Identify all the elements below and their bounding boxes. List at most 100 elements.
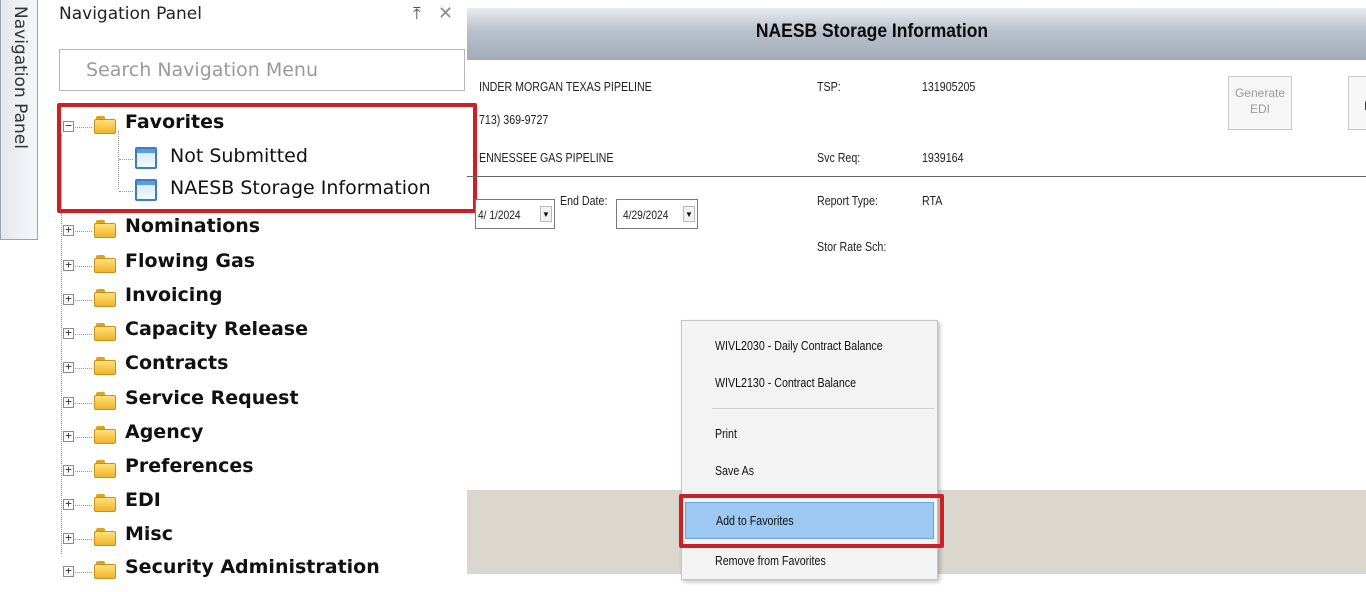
expand-icon[interactable]: + — [63, 224, 74, 236]
tree-node-contracts[interactable]: + Contracts — [63, 352, 443, 388]
tree-connector — [75, 572, 92, 573]
tree-connector — [75, 539, 92, 540]
tree-connector — [75, 266, 92, 267]
tree-node-label: Invoicing — [125, 284, 223, 306]
tree-node-preferences[interactable]: + Preferences — [63, 455, 443, 491]
menu-item-label: WIVL2130 - Contract Balance — [715, 375, 857, 390]
favorite-item-label: NAESB Storage Information — [170, 177, 431, 199]
side-tab-label: Navigation Panel — [10, 6, 30, 149]
tree-node-capacity-release[interactable]: + Capacity Release — [63, 318, 443, 354]
folder-icon — [94, 220, 116, 238]
tsp-value: 131905205 — [922, 79, 976, 94]
tree-node-flowing-gas[interactable]: + Flowing Gas — [63, 250, 443, 286]
tree-connector — [75, 127, 92, 128]
menu-item-print[interactable]: Print — [685, 416, 934, 453]
tree-connector — [119, 191, 133, 192]
document-icon — [135, 147, 157, 169]
tree-connector — [75, 471, 92, 472]
expand-icon[interactable]: + — [63, 327, 74, 339]
dropdown-arrow-icon[interactable]: ▼ — [540, 206, 552, 222]
tree-node-label: Contracts — [125, 352, 229, 374]
navigation-panel-header: Navigation Panel ⤒ ✕ — [47, 0, 465, 38]
tree-node-label: Capacity Release — [125, 318, 308, 340]
pin-icon[interactable]: ⤒ — [413, 4, 421, 24]
favorite-item-not-submitted[interactable]: Not Submitted — [119, 145, 419, 177]
tree-connector — [75, 231, 92, 232]
expand-icon[interactable]: + — [63, 430, 74, 442]
tree-node-misc[interactable]: + Misc — [63, 523, 443, 559]
folder-icon — [94, 392, 116, 410]
search-navigation-input[interactable] — [59, 49, 465, 91]
header-separator — [467, 176, 1366, 177]
expand-icon[interactable]: + — [63, 532, 74, 544]
folder-icon — [94, 289, 116, 307]
end-date-value: 4/29/2024 — [623, 208, 669, 222]
generate-edi-label-line2: EDI — [1249, 102, 1270, 116]
r-button[interactable]: R — [1348, 76, 1366, 130]
menu-item-label: Remove from Favorites — [715, 553, 826, 568]
tree-connector — [75, 368, 92, 369]
tree-connector — [75, 505, 92, 506]
folder-icon — [94, 116, 116, 134]
tree-node-invoicing[interactable]: + Invoicing — [63, 284, 443, 320]
favorite-item-label: Not Submitted — [170, 145, 308, 167]
collapse-icon[interactable]: − — [63, 120, 74, 132]
tree-node-label: Preferences — [125, 455, 254, 477]
tree-node-label: EDI — [125, 489, 161, 511]
folder-icon — [94, 528, 116, 546]
menu-item-daily-contract-balance[interactable]: WIVL2030 - Daily Contract Balance — [685, 328, 934, 365]
menu-item-contract-balance[interactable]: WIVL2130 - Contract Balance — [685, 365, 934, 402]
close-icon[interactable]: ✕ — [438, 3, 453, 24]
tree-node-security-administration[interactable]: + Security Administration — [63, 556, 443, 592]
tree-node-label: Misc — [125, 523, 173, 545]
folder-icon — [94, 460, 116, 478]
expand-icon[interactable]: + — [63, 396, 74, 408]
end-date-label: End Date: — [560, 193, 608, 208]
tree-node-label: Flowing Gas — [125, 250, 256, 272]
expand-icon[interactable]: + — [63, 498, 74, 510]
expand-icon[interactable]: + — [63, 565, 74, 577]
generate-edi-button[interactable]: Generate EDI — [1228, 76, 1292, 130]
dropdown-arrow-icon[interactable]: ▼ — [683, 206, 695, 222]
pipeline-phone: 713) 369-9727 — [479, 112, 549, 127]
menu-item-remove-from-favorites[interactable]: Remove from Favorites — [685, 543, 934, 580]
tree-node-nominations[interactable]: + Nominations — [63, 215, 443, 251]
navigation-panel-side-tab[interactable]: Navigation Panel — [0, 0, 38, 240]
generate-edi-label-line1: Generate — [1234, 86, 1286, 100]
begin-date-value: 4/ 1/2024 — [478, 208, 521, 222]
expand-icon[interactable]: + — [63, 464, 74, 476]
tree-node-favorites[interactable]: − Favorites — [63, 111, 443, 147]
expand-icon[interactable]: + — [63, 259, 74, 271]
stor-rate-sch-label: Stor Rate Sch: — [817, 239, 887, 254]
navigation-panel: Navigation Panel ⤒ ✕ − Favorites Not Sub… — [47, 0, 465, 579]
report-type-label: Report Type: — [817, 193, 878, 208]
svc-req-value: 1939164 — [922, 150, 964, 165]
svc-req-label: Svc Req: — [817, 150, 861, 165]
tsp-label: TSP: — [817, 79, 841, 94]
menu-item-label: WIVL2030 - Daily Contract Balance — [715, 338, 883, 353]
tree-connector — [75, 403, 92, 404]
tree-node-label: Security Administration — [125, 556, 380, 578]
tree-node-label: Nominations — [125, 215, 261, 237]
tree-node-service-request[interactable]: + Service Request — [63, 387, 443, 423]
tree-node-label: Favorites — [125, 111, 225, 133]
menu-item-add-to-favorites[interactable]: Add to Favorites — [685, 502, 934, 539]
folder-icon — [94, 255, 116, 273]
end-date-picker[interactable]: 4/29/2024 ▼ — [616, 199, 698, 229]
tree-connector — [75, 334, 92, 335]
expand-icon[interactable]: + — [63, 361, 74, 373]
expand-icon[interactable]: + — [63, 293, 74, 305]
menu-item-label: Print — [715, 426, 737, 441]
tree-node-edi[interactable]: + EDI — [63, 489, 443, 525]
tree-connector — [119, 159, 133, 160]
report-title: NAESB Storage Information — [755, 21, 989, 42]
begin-date-picker[interactable]: 4/ 1/2024 ▼ — [475, 199, 555, 229]
tree-node-agency[interactable]: + Agency — [63, 421, 443, 457]
folder-icon — [94, 561, 116, 579]
shipper-name: ENNESSEE GAS PIPELINE — [479, 150, 614, 165]
favorite-item-naesb-storage-information[interactable]: NAESB Storage Information — [119, 177, 459, 209]
folder-icon — [94, 323, 116, 341]
menu-item-save-as[interactable]: Save As — [685, 453, 934, 490]
context-menu: WIVL2030 - Daily Contract Balance WIVL21… — [681, 320, 938, 580]
folder-icon — [94, 494, 116, 512]
